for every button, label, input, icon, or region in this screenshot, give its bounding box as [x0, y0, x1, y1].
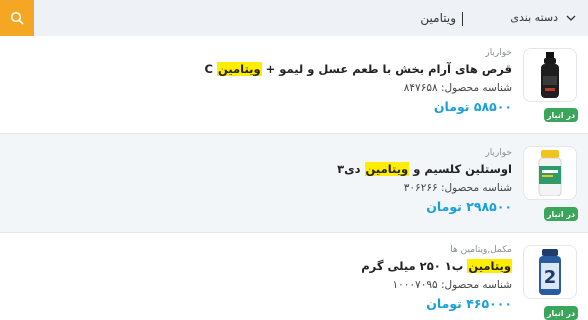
- category-label: دسته بندی: [510, 11, 558, 24]
- vitamin-bottle-icon: 2: [539, 249, 561, 295]
- product-price: ۵۸۵۰۰ تومان: [433, 99, 512, 114]
- result-item[interactable]: 2 در انبار مکمل,ویتامین ها ویتامین ب۱ ۲۵…: [0, 233, 588, 320]
- name-text: ب۱ ۲۵۰ میلی گرم: [361, 259, 468, 273]
- search-query: ویتامین: [420, 11, 456, 25]
- product-name[interactable]: اوستلین کلسیم و ویتامین دی۳: [337, 160, 512, 178]
- product-sku: شناسه محصول: ۳۰۶۲۶۶: [337, 180, 512, 196]
- result-item[interactable]: در انبار خواربار اوستلین کلسیم و ویتامین…: [0, 134, 588, 232]
- result-item[interactable]: در انبار خواربار قرص های آرام بخش با طعم…: [0, 36, 588, 133]
- sku-value: ۸۴۷۶۵۸: [403, 82, 438, 94]
- search-bar: ویتامین دسته بندی: [0, 0, 588, 36]
- product-info: خواربار قرص های آرام بخش با طعم عسل و لی…: [205, 47, 512, 116]
- name-text: دی۳: [337, 162, 365, 176]
- name-text: اوستلین کلسیم و: [409, 162, 512, 176]
- product-sku: شناسه محصول: ۸۴۷۶۵۸: [205, 80, 512, 96]
- stock-badge: در انبار: [544, 207, 578, 221]
- supplement-jar-icon: [538, 150, 562, 196]
- product-image: [523, 48, 577, 102]
- product-category: خواربار: [485, 148, 512, 158]
- product-name[interactable]: ویتامین ب۱ ۲۵۰ میلی گرم: [361, 257, 512, 275]
- search-icon: [10, 11, 24, 25]
- name-text: C: [204, 62, 217, 76]
- product-category: خواربار: [485, 48, 512, 58]
- product-image: 2: [523, 245, 577, 299]
- stock-badge: در انبار: [544, 108, 578, 122]
- product-price: ۴۶۵۰۰۰ تومان: [426, 296, 512, 311]
- product-info: مکمل,ویتامین ها ویتامین ب۱ ۲۵۰ میلی گرم …: [361, 244, 512, 313]
- sku-label: شناسه محصول:: [440, 82, 512, 94]
- search-highlight: ویتامین: [217, 62, 262, 76]
- sku-label: شناسه محصول:: [440, 279, 512, 291]
- sku-value: ۳۰۶۲۶۶: [403, 182, 438, 194]
- product-price: ۲۹۸۵۰۰ تومان: [426, 199, 512, 214]
- product-name[interactable]: قرص های آرام بخش با طعم عسل و لیمو + ویت…: [205, 60, 512, 78]
- search-highlight: ویتامین: [467, 259, 512, 273]
- search-button[interactable]: [0, 0, 34, 36]
- sku-label: شناسه محصول:: [440, 182, 512, 194]
- stock-badge: در انبار: [544, 306, 578, 320]
- sku-value: ۱۰۰۰۷۰۹۵: [392, 279, 438, 291]
- bottle-icon: [541, 52, 559, 98]
- search-input[interactable]: ویتامین: [420, 11, 463, 26]
- chevron-down-icon: [566, 15, 576, 21]
- search-highlight: ویتامین: [364, 162, 410, 176]
- text-cursor: [462, 11, 463, 26]
- product-info: خواربار اوستلین کلسیم و ویتامین دی۳ شناس…: [337, 147, 512, 216]
- product-image: [523, 146, 577, 200]
- svg-text:2: 2: [544, 267, 557, 288]
- product-category: مکمل,ویتامین ها: [450, 245, 512, 255]
- name-text: قرص های آرام بخش با طعم عسل و لیمو +: [261, 62, 512, 76]
- product-sku: شناسه محصول: ۱۰۰۰۷۰۹۵: [361, 277, 513, 293]
- category-dropdown[interactable]: دسته بندی: [510, 11, 576, 24]
